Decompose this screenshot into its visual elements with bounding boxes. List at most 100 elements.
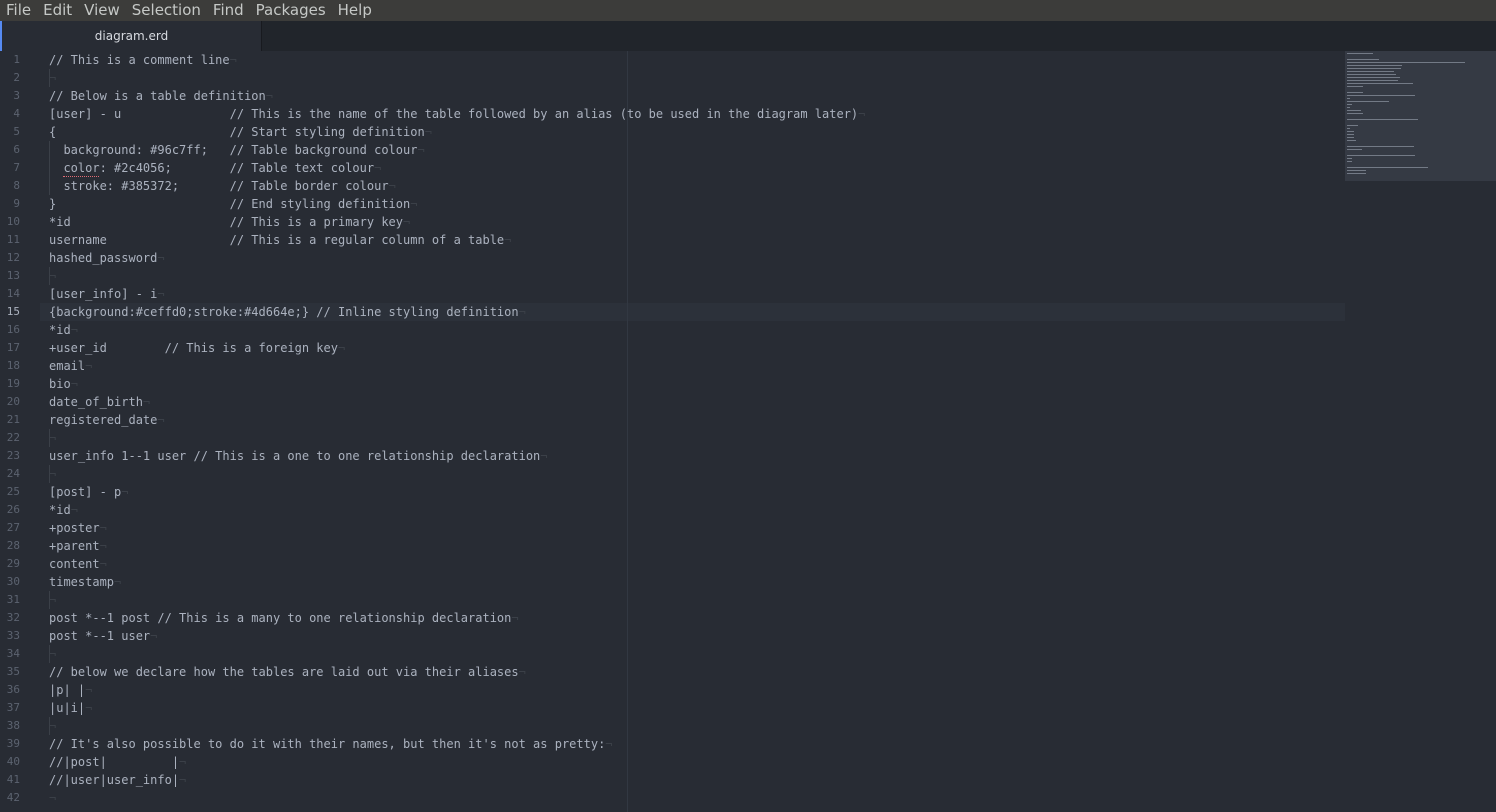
indent-guide xyxy=(49,645,50,663)
code-line[interactable]: +user_id // This is a foreign key¬ xyxy=(49,339,345,357)
minimap-line xyxy=(1347,74,1396,75)
code-line[interactable]: ¬ xyxy=(49,69,56,87)
tab-diagram-erd[interactable]: diagram.erd xyxy=(0,21,262,51)
code-line[interactable]: // below we declare how the tables are l… xyxy=(49,663,526,681)
code-line[interactable]: // This is a comment line¬ xyxy=(49,51,237,69)
code-line[interactable]: //|post| |¬ xyxy=(49,753,186,771)
code-line[interactable]: [post] - p¬ xyxy=(49,483,128,501)
minimap[interactable] xyxy=(1345,51,1496,181)
code-line[interactable]: *id¬ xyxy=(49,501,78,519)
code-line[interactable]: ¬ xyxy=(49,717,56,735)
minimap-line xyxy=(1347,110,1361,111)
line-number: 5 xyxy=(13,125,20,138)
code-line[interactable]: registered_date¬ xyxy=(49,411,165,429)
code-line[interactable]: username // This is a regular column of … xyxy=(49,231,511,249)
code-line-text: // Below is a table definition xyxy=(49,89,266,103)
menu-file[interactable]: File xyxy=(0,0,37,21)
eol-marker-icon: ¬ xyxy=(70,503,78,517)
minimap-line xyxy=(1347,119,1418,120)
minimap-line xyxy=(1347,167,1428,168)
code-line[interactable]: ¬ xyxy=(49,465,56,483)
line-number: 3 xyxy=(13,89,20,102)
line-number: 22 xyxy=(6,431,20,444)
code-line[interactable]: email¬ xyxy=(49,357,92,375)
eol-marker-icon: ¬ xyxy=(337,341,346,355)
code-line-text: timestamp xyxy=(49,575,115,589)
code-line-text: // It's also possible to do it with thei… xyxy=(49,737,606,751)
code-line[interactable]: post *--1 user¬ xyxy=(49,627,157,645)
code-line[interactable]: bio¬ xyxy=(49,375,78,393)
menu-selection[interactable]: Selection xyxy=(126,0,207,21)
code-line[interactable]: *id // This is a primary key¬ xyxy=(49,213,410,231)
line-number: 2 xyxy=(13,71,20,84)
indent-guide xyxy=(49,69,50,87)
indent-guide xyxy=(49,267,50,285)
code-line[interactable]: // Below is a table definition¬ xyxy=(49,87,273,105)
minimap-line xyxy=(1347,140,1356,141)
code-line-text: color: #2c4056; // Table text colour xyxy=(49,161,375,175)
code-line[interactable]: |u|i|¬ xyxy=(49,699,92,717)
minimap-line xyxy=(1347,53,1373,54)
menu-help[interactable]: Help xyxy=(332,0,378,21)
minimap-line xyxy=(1347,149,1362,150)
code-line[interactable]: ¬ xyxy=(49,267,56,285)
minimap-line xyxy=(1347,137,1354,138)
code-line[interactable]: } // End styling definition¬ xyxy=(49,195,417,213)
eol-marker-icon: ¬ xyxy=(85,701,93,715)
code-line-text: [user] - u // This is the name of the ta… xyxy=(49,107,859,121)
menu-find[interactable]: Find xyxy=(207,0,250,21)
code-line[interactable]: [user_info] - i¬ xyxy=(49,285,165,303)
line-number: 28 xyxy=(6,539,20,552)
line-number-gutter[interactable]: 1 2 3 4 5 6 7 8 9 10 11 12 13 14 15 16 17 18 19 20 21 22 23 24 2… xyxy=(0,51,40,812)
menu-edit[interactable]: Edit xyxy=(37,0,78,21)
line-number: 33 xyxy=(6,629,20,642)
menu-packages[interactable]: Packages xyxy=(250,0,332,21)
code-line[interactable]: +poster¬ xyxy=(49,519,107,537)
code-line[interactable]: user_info 1--1 user // This is a one to … xyxy=(49,447,548,465)
line-number: 36 xyxy=(6,683,20,696)
line-number: 31 xyxy=(6,593,20,606)
minimap-line xyxy=(1347,155,1415,156)
code-line[interactable]: { // Start styling definition¬ xyxy=(49,123,432,141)
code-line[interactable]: |p| |¬ xyxy=(49,681,92,699)
text-editor[interactable]: 1 2 3 4 5 6 7 8 9 10 11 12 13 14 15 16 17 18 19 20 21 22 23 24 2… xyxy=(0,51,1496,812)
eol-marker-icon: ¬ xyxy=(157,287,165,301)
code-line[interactable]: timestamp¬ xyxy=(49,573,121,591)
menu-view[interactable]: View xyxy=(78,0,126,21)
code-line-text: user_info 1--1 user // This is a one to … xyxy=(49,449,541,463)
line-number: 13 xyxy=(6,269,20,282)
code-area[interactable]: // This is a comment line¬ ¬// Below is a… xyxy=(49,51,1344,812)
code-line[interactable]: stroke: #385372; // Table border colour¬ xyxy=(49,177,395,195)
eol-marker-icon: ¬ xyxy=(49,791,57,805)
code-line[interactable]: content¬ xyxy=(49,555,107,573)
code-line[interactable]: // It's also possible to do it with thei… xyxy=(49,735,613,753)
code-line[interactable]: +parent¬ xyxy=(49,537,107,555)
code-line[interactable]: *id¬ xyxy=(49,321,78,339)
code-line[interactable]: {background:#ceffd0;stroke:#4d664e;} // … xyxy=(49,303,526,321)
code-line[interactable]: background: #96c7ff; // Table background… xyxy=(49,141,424,159)
eol-marker-icon: ¬ xyxy=(858,107,866,121)
code-line[interactable]: hashed_password¬ xyxy=(49,249,165,267)
code-line[interactable]: date_of_birth¬ xyxy=(49,393,150,411)
code-line-text: // below we declare how the tables are l… xyxy=(49,665,519,679)
code-line-text: [user_info] - i xyxy=(49,287,158,301)
code-line[interactable]: //|user|user_info|¬ xyxy=(49,771,186,789)
indent-guide xyxy=(49,717,50,735)
code-line-text: // This is a comment line xyxy=(49,53,230,67)
eol-marker-icon: ¬ xyxy=(49,269,57,283)
code-line[interactable]: [user] - u // This is the name of the ta… xyxy=(49,105,865,123)
line-number: 32 xyxy=(6,611,20,624)
eol-marker-icon: ¬ xyxy=(85,683,93,697)
code-line[interactable]: ¬ xyxy=(49,429,56,447)
code-line-text: { // Start styling definition xyxy=(49,125,425,139)
code-line[interactable]: ¬ xyxy=(49,645,56,663)
code-line-text: } // End styling definition xyxy=(49,197,411,211)
code-line[interactable]: ¬ xyxy=(49,591,56,609)
code-line[interactable]: ¬ xyxy=(49,789,56,807)
line-number: 12 xyxy=(6,251,20,264)
line-number: 6 xyxy=(13,143,20,156)
code-line[interactable]: post *--1 post // This is a many to one … xyxy=(49,609,519,627)
line-number: 8 xyxy=(13,179,20,192)
line-number: 18 xyxy=(6,359,20,372)
minimap-line xyxy=(1347,80,1398,81)
